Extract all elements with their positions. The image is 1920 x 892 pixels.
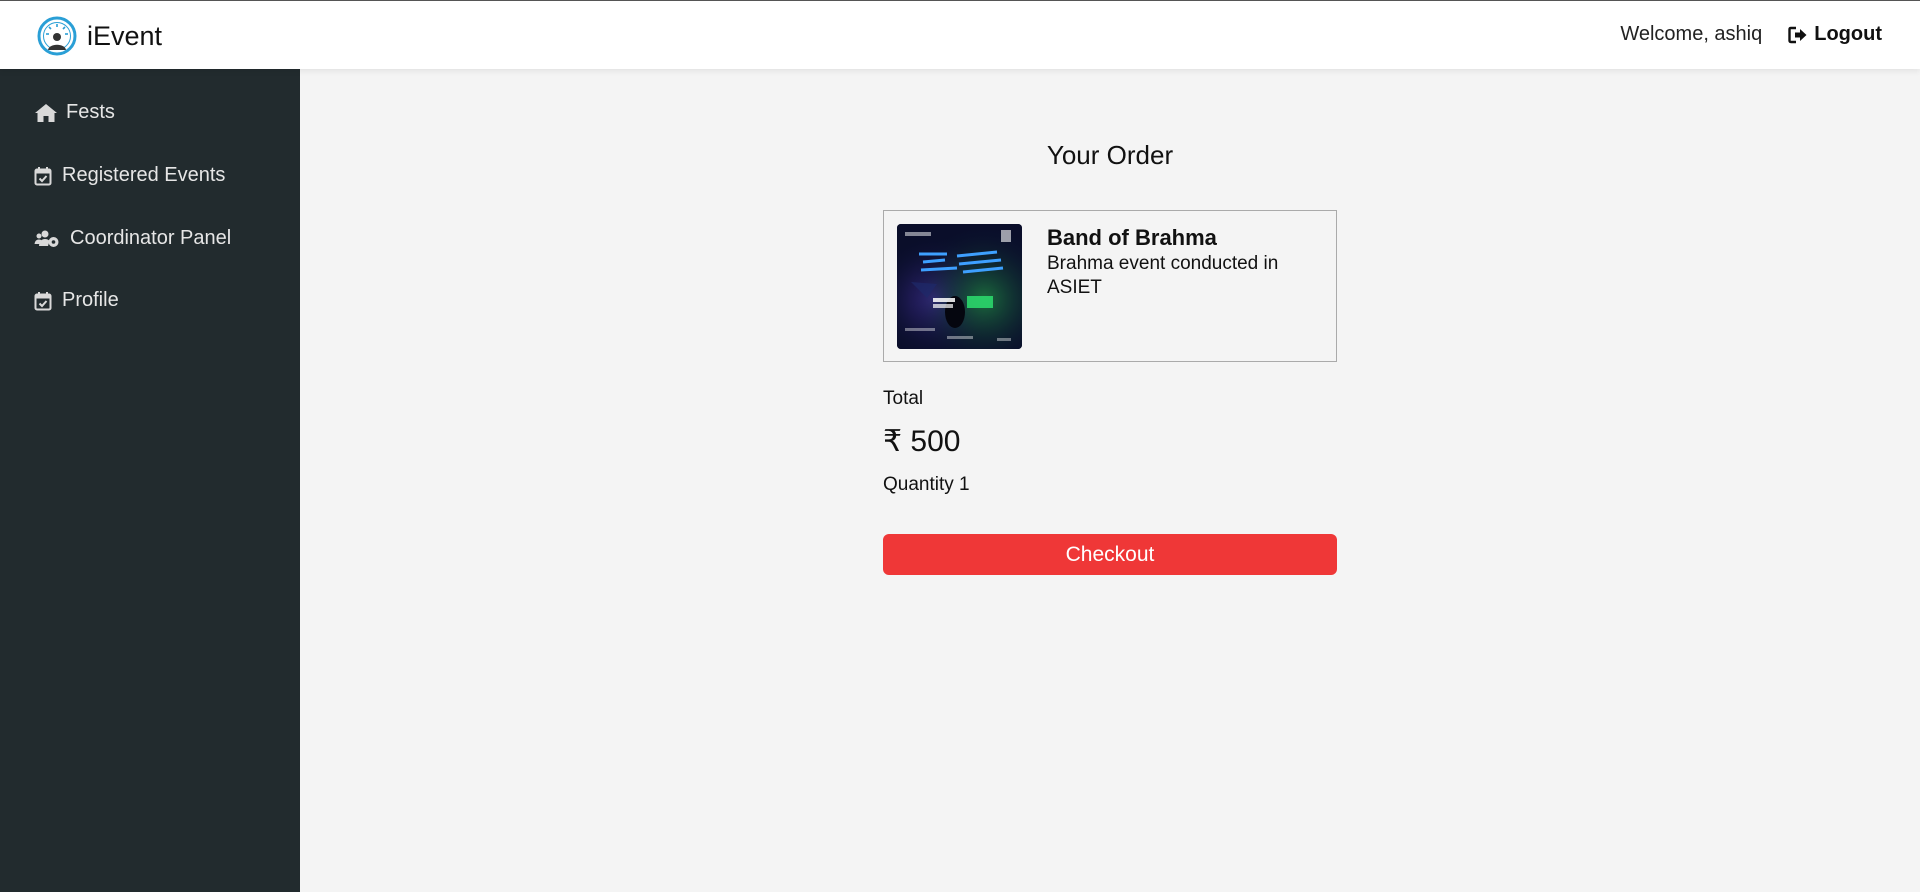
- calendar-check-icon: [34, 291, 56, 311]
- quantity-text: Quantity 1: [883, 474, 970, 495]
- sidebar-item-label: Fests: [66, 101, 115, 123]
- total-label: Total: [883, 388, 924, 409]
- checkout-button[interactable]: Checkout: [883, 534, 1337, 575]
- users-cog-icon: [34, 229, 64, 249]
- logout-button[interactable]: Logout: [1788, 23, 1882, 46]
- calendar-check-icon: [34, 166, 56, 186]
- logo-icon: [37, 16, 77, 56]
- logout-label: Logout: [1814, 23, 1882, 45]
- sidebar-item-profile[interactable]: Profile: [34, 289, 119, 312]
- sidebar-item-registered-events[interactable]: Registered Events: [34, 164, 225, 187]
- page-title: Your Order: [1046, 140, 1174, 170]
- sidebar-item-fests[interactable]: Fests: [34, 101, 115, 124]
- sidebar-item-coordinator-panel[interactable]: Coordinator Panel: [34, 227, 231, 250]
- event-title: Band of Brahma: [1047, 225, 1217, 250]
- top-navbar: iEvent Welcome, ashiq Logout: [0, 0, 1920, 69]
- home-icon: [34, 103, 60, 123]
- sidebar-item-label: Profile: [62, 289, 119, 311]
- event-poster-image: [897, 224, 1022, 349]
- brand-name: iEvent: [87, 20, 163, 51]
- sidebar: Fests Registered Events Coordinator Pane…: [0, 69, 300, 892]
- sign-out-icon: [1788, 26, 1807, 43]
- brand[interactable]: iEvent: [37, 16, 162, 56]
- welcome-text: Welcome, ashiq: [1620, 23, 1763, 45]
- event-description: Brahma event conducted in ASIET: [1047, 253, 1279, 298]
- sidebar-item-label: Registered Events: [62, 164, 226, 186]
- sidebar-item-label: Coordinator Panel: [70, 227, 232, 249]
- total-amount: ₹ 500: [883, 425, 961, 458]
- order-item-card: Band of Brahma Brahma event conducted in…: [883, 210, 1337, 362]
